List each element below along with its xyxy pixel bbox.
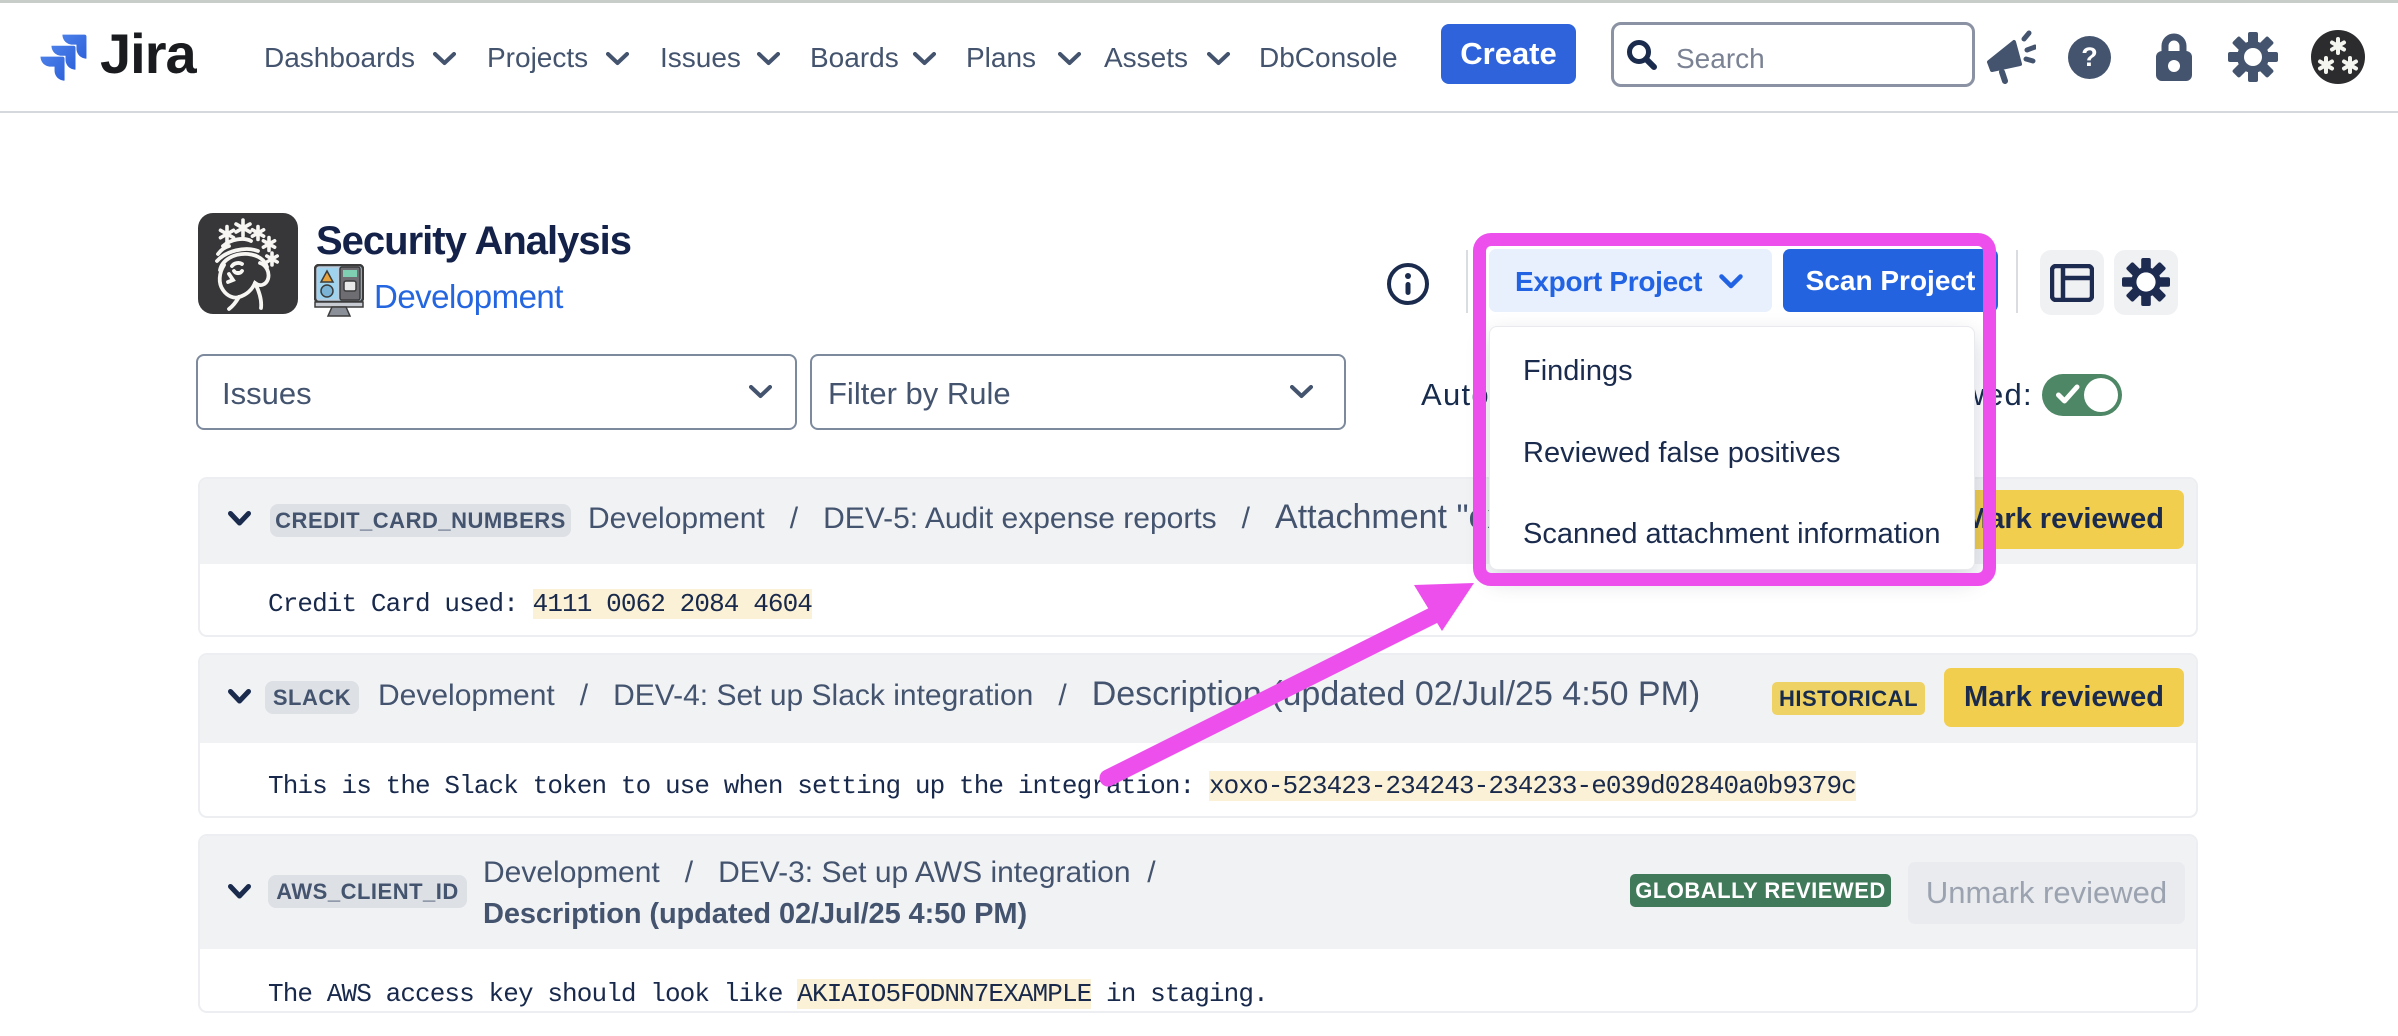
svg-text:?: ? — [2081, 42, 2098, 72]
